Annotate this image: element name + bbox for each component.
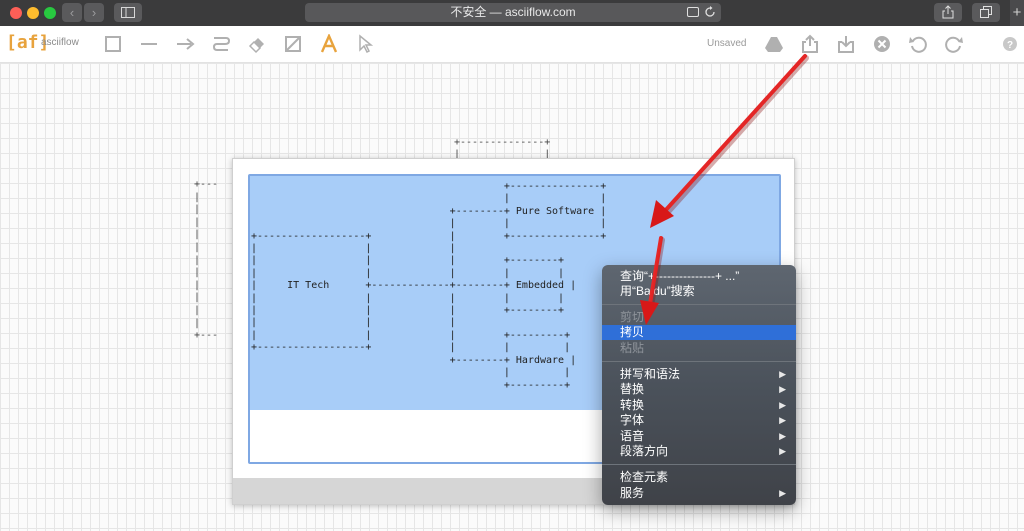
share-button[interactable] (934, 3, 962, 22)
select-tool-icon[interactable] (355, 34, 375, 54)
tabs-icon (980, 6, 992, 18)
back-button[interactable]: ‹ (62, 3, 82, 22)
clear-icon[interactable] (872, 34, 892, 54)
menu-item-transformations[interactable]: 转换 ▶ (602, 398, 796, 413)
tabs-overview-button[interactable] (972, 3, 1000, 22)
browser-titlebar: ‹ › 不安全 — asciiflow.com + (0, 0, 1024, 26)
menu-item-speech[interactable]: 语音 ▶ (602, 429, 796, 444)
menu-item-paste: 粘贴 (620, 341, 645, 355)
menu-item-font[interactable]: 字体 ▶ (602, 413, 796, 428)
resize-tool-icon[interactable] (283, 34, 303, 54)
menu-item-search-baidu[interactable]: 用“Baidu”搜索 (602, 284, 796, 299)
svg-text:?: ? (1007, 40, 1013, 51)
ascii-diagram-text: +---------------+ | | +--------+ Pure So… (251, 181, 607, 391)
export-icon[interactable] (800, 34, 820, 54)
submenu-arrow-icon: ▶ (779, 446, 786, 456)
submenu-arrow-icon: ▶ (779, 384, 786, 394)
line-tool-icon[interactable] (139, 34, 159, 54)
submenu-arrow-icon: ▶ (779, 431, 786, 441)
google-drive-icon[interactable] (764, 34, 784, 54)
redo-icon[interactable] (944, 34, 964, 54)
help-icon[interactable]: ? (1000, 34, 1020, 54)
reload-icon[interactable] (704, 6, 716, 18)
freeform-tool-icon[interactable] (211, 34, 231, 54)
arrow-tool-icon[interactable] (175, 34, 195, 54)
menu-item-spelling[interactable]: 拼写和语法 ▶ (602, 367, 796, 382)
menu-item-copy[interactable]: 拷贝 (602, 325, 796, 340)
app-toolbar: [af] asciiflow Unsaved ? (0, 26, 1024, 63)
sidebar-toggle-button[interactable] (114, 3, 142, 22)
share-icon (942, 5, 954, 19)
app-name: asciiflow (41, 37, 79, 48)
menu-item-lookup[interactable]: 查询“+---------------+ ...” (602, 269, 796, 284)
new-tab-button[interactable]: + (1010, 0, 1024, 26)
zoom-window-button[interactable] (44, 7, 56, 19)
submenu-arrow-icon: ▶ (779, 400, 786, 410)
menu-separator (602, 464, 796, 465)
text-tool-icon[interactable] (319, 34, 339, 54)
menu-item-services[interactable]: 服务 ▶ (602, 486, 796, 501)
menu-item-inspect-element[interactable]: 检查元素 (602, 470, 796, 485)
menu-separator (602, 304, 796, 305)
undo-icon[interactable] (908, 34, 928, 54)
menu-item-cut: 剪切 (620, 310, 645, 324)
menu-separator (602, 361, 796, 362)
close-window-button[interactable] (10, 7, 22, 19)
import-icon[interactable] (836, 34, 856, 54)
menu-item-substitutions[interactable]: 替换 ▶ (602, 382, 796, 397)
address-bar[interactable]: 不安全 — asciiflow.com (305, 3, 721, 22)
submenu-arrow-icon: ▶ (779, 415, 786, 425)
save-status: Unsaved (707, 38, 747, 49)
background-box-left: +--- | | | | | | | | | | | +--- (194, 179, 219, 342)
url-text: 不安全 — asciiflow.com (450, 5, 576, 19)
sidebar-icon (121, 7, 135, 18)
box-tool-icon[interactable] (103, 34, 123, 54)
forward-button[interactable]: › (84, 3, 104, 22)
reader-icon[interactable] (687, 7, 699, 18)
submenu-arrow-icon: ▶ (779, 369, 786, 379)
minimize-window-button[interactable] (27, 7, 39, 19)
menu-item-writing-direction[interactable]: 段落方向 ▶ (602, 444, 796, 459)
eraser-tool-icon[interactable] (247, 34, 267, 54)
context-menu: 查询“+---------------+ ...” 用“Baidu”搜索 剪切 … (602, 265, 796, 505)
submenu-arrow-icon: ▶ (779, 488, 786, 498)
